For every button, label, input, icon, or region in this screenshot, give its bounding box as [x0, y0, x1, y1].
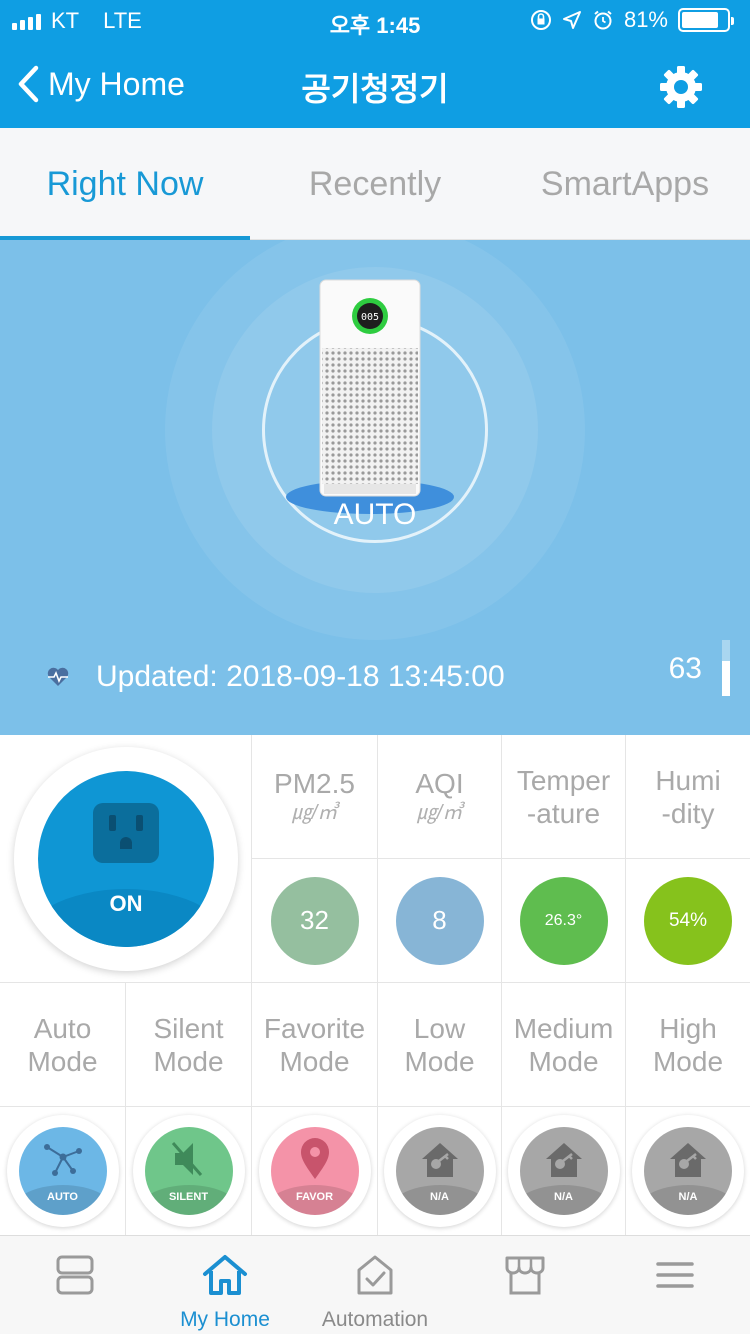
humidity-value-badge: 54%	[644, 876, 732, 965]
heart-pulse-icon	[47, 667, 69, 686]
bottom-tab-automation[interactable]: Automation	[300, 1236, 450, 1334]
bottom-tab-store[interactable]	[450, 1236, 600, 1334]
power-button-ring: ON	[14, 747, 238, 971]
tab-recently[interactable]: Recently	[250, 128, 500, 239]
mute-speaker-icon	[171, 1142, 202, 1176]
bottom-tab-label: My Home	[180, 1308, 270, 1331]
aqi-level-bar	[722, 640, 730, 696]
status-bar: KT LTE 오후 1:45 81%	[0, 0, 750, 40]
power-toggle-button[interactable]: ON	[38, 771, 214, 947]
metric-cell-aqi: 8	[378, 859, 502, 983]
auto-mode-badge: AUTO	[47, 1191, 78, 1203]
menu-icon	[656, 1262, 694, 1288]
favorite-mode-button[interactable]: FAVOR	[258, 1115, 371, 1227]
aqi-value-badge: 8	[395, 876, 484, 965]
updated-timestamp: Updated: 2018-09-18 13:45:00	[96, 660, 505, 693]
location-pin-icon	[300, 1138, 329, 1179]
location-arrow-icon	[562, 11, 581, 29]
power-outlet-icon	[93, 803, 159, 863]
settings-gear-icon[interactable]	[658, 64, 704, 110]
battery-percent: 81%	[623, 7, 668, 32]
pm25-value-badge: 32	[270, 876, 359, 965]
house-key-icon	[421, 1143, 458, 1177]
control-grid: ON PM2.5 ㎍/㎥ AQI ㎍/㎥ Temper -ature Humi …	[0, 735, 750, 1235]
aqi-value: 63	[668, 652, 702, 685]
back-button[interactable]: My Home	[16, 64, 185, 104]
low-mode-badge: N/A	[430, 1191, 449, 1203]
power-cell: ON	[0, 735, 252, 983]
mode-cell-high: N/A	[626, 1107, 750, 1235]
bottom-tab-label: Automation	[321, 1308, 429, 1331]
metric-label-humidity: Humi -dity	[626, 735, 750, 859]
house-key-icon	[670, 1143, 706, 1177]
tab-smartapps[interactable]: SmartApps	[500, 128, 750, 239]
network-icon	[43, 1144, 82, 1176]
power-state-label: ON	[109, 891, 143, 916]
bottom-tab-my-home[interactable]: My Home	[150, 1236, 300, 1334]
metric-label-aqi: AQI ㎍/㎥	[378, 735, 502, 859]
navigation-bar: My Home 공기청정기	[0, 40, 750, 128]
metric-unit: ㎍/㎥	[416, 802, 463, 824]
battery-icon	[678, 8, 734, 32]
automation-icon	[357, 1255, 393, 1295]
store-icon	[505, 1256, 545, 1295]
high-mode-badge: N/A	[678, 1191, 698, 1203]
device-display-reading: 005	[361, 312, 379, 323]
medium-mode-badge: N/A	[554, 1191, 573, 1203]
high-mode-button[interactable]: N/A	[632, 1115, 744, 1227]
tab-right-now[interactable]: Right Now	[0, 128, 250, 240]
mode-cell-auto: AUTO	[0, 1107, 126, 1235]
medium-mode-button[interactable]: N/A	[507, 1115, 620, 1227]
top-bar: KT LTE 오후 1:45 81% My Home 공기청정기	[0, 0, 750, 128]
metric-cell-humidity: 54%	[626, 859, 750, 983]
metric-label-pm25: PM2.5 ㎍/㎥	[252, 735, 378, 859]
metric-label-temperature: Temper -ature	[502, 735, 626, 859]
device-mode-label: AUTO	[333, 498, 417, 531]
mode-label-auto: Auto Mode	[0, 983, 126, 1107]
bottom-tab-dashboard[interactable]	[0, 1236, 150, 1334]
mode-cell-low: N/A	[378, 1107, 502, 1235]
back-button-label: My Home	[48, 65, 185, 102]
air-purifier-image[interactable]: 005	[318, 278, 422, 500]
device-hero-panel: 005 AUTO Updated: 2018-09-18 13:45:00 63	[0, 240, 750, 735]
mode-label-low: Low Mode	[378, 983, 502, 1107]
update-status: Updated: 2018-09-18 13:45:00	[46, 660, 505, 694]
mode-cell-medium: N/A	[502, 1107, 626, 1235]
low-mode-button[interactable]: N/A	[383, 1115, 496, 1227]
mode-label-medium: Medium Mode	[502, 983, 626, 1107]
mode-label-silent: Silent Mode	[126, 983, 252, 1107]
auto-mode-button[interactable]: AUTO	[6, 1115, 119, 1227]
metric-cell-temperature: 26.3°	[502, 859, 626, 983]
mode-label-high: High Mode	[626, 983, 750, 1107]
silent-mode-button[interactable]: SILENT	[132, 1115, 245, 1227]
rotation-lock-icon	[530, 10, 551, 30]
tab-bar: Right Now Recently SmartApps	[0, 128, 750, 240]
mode-cell-favorite: FAVOR	[252, 1107, 378, 1235]
house-key-icon	[545, 1143, 582, 1177]
temperature-value-badge: 26.3°	[519, 876, 608, 965]
metric-unit: ㎍/㎥	[291, 802, 338, 824]
bottom-tab-menu[interactable]	[600, 1236, 750, 1334]
mode-cell-silent: SILENT	[126, 1107, 252, 1235]
mode-label-favorite: Favorite Mode	[252, 983, 378, 1107]
silent-mode-badge: SILENT	[168, 1191, 209, 1203]
favorite-mode-badge: FAVOR	[295, 1191, 334, 1203]
home-icon	[203, 1255, 247, 1295]
chevron-left-icon	[18, 65, 39, 103]
dashboard-icon	[56, 1255, 94, 1295]
bottom-tab-bar: My Home Automation	[0, 1235, 750, 1334]
metric-cell-pm25: 32	[252, 859, 378, 983]
alarm-icon	[594, 10, 612, 30]
